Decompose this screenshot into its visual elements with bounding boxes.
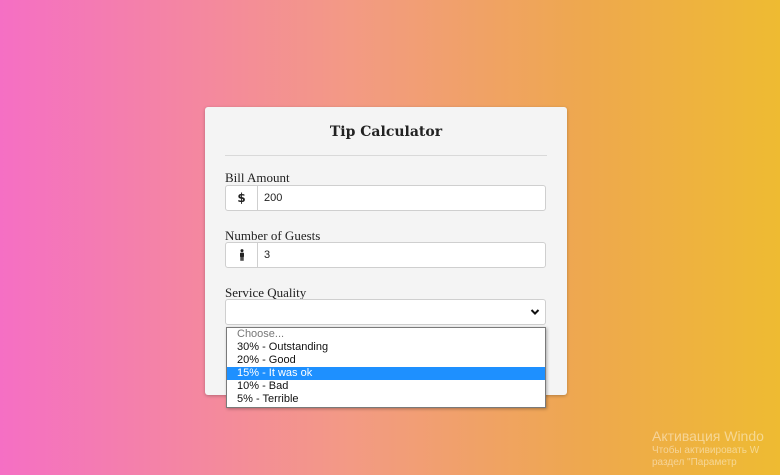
guests-input[interactable]: [258, 243, 545, 267]
option-it-was-ok[interactable]: 15% - It was ok: [227, 367, 545, 380]
bill-amount-group: $: [225, 185, 546, 211]
watermark-title: Активация Windo: [652, 428, 764, 444]
title-divider: [225, 155, 547, 156]
windows-activation-watermark: Активация Windo Чтобы активировать W раз…: [652, 428, 780, 469]
option-bad[interactable]: 10% - Bad: [227, 380, 545, 393]
option-good[interactable]: 20% - Good: [227, 354, 545, 367]
bill-amount-input[interactable]: [258, 186, 545, 210]
chevron-down-icon: [530, 309, 540, 316]
option-terrible[interactable]: 5% - Terrible: [227, 393, 545, 406]
watermark-line-2: раздел "Параметр: [652, 457, 737, 468]
guests-group: [225, 242, 546, 268]
watermark-line-1: Чтобы активировать W: [652, 445, 760, 456]
service-quality-select[interactable]: [225, 299, 546, 325]
option-outstanding[interactable]: 30% - Outstanding: [227, 341, 545, 354]
page-title: Tip Calculator: [329, 124, 443, 140]
person-icon: [226, 243, 258, 267]
dollar-icon: $: [226, 186, 258, 210]
bill-amount-label: Bill Amount: [225, 170, 290, 185]
option-choose[interactable]: Choose...: [227, 328, 545, 341]
service-quality-dropdown: Choose... 30% - Outstanding 20% - Good 1…: [226, 327, 546, 408]
